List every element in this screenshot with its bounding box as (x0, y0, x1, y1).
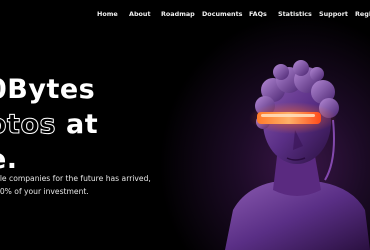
statue-with-vr-visor-icon (225, 60, 370, 250)
nav-link-register[interactable]: Regi (355, 10, 370, 19)
nav-link-roadmap[interactable]: Roadmap (161, 10, 195, 19)
hero-title-line-2: otos at (0, 107, 98, 142)
vr-visor (257, 112, 321, 124)
hero-title: 0Bytes otos at e. (0, 72, 98, 177)
nav-link-documents[interactable]: Documents (202, 10, 242, 19)
nav-link-statistics[interactable]: Statistics (278, 10, 312, 19)
nav-link-about[interactable]: About (129, 10, 151, 19)
hero-subtitle: ple companies for the future has arrived… (0, 172, 151, 198)
nav-link-home[interactable]: Home (97, 10, 118, 19)
hero-subtitle-line-1: ple companies for the future has arrived… (0, 174, 151, 183)
top-navigation: Home About Roadmap Documents FAQs Statis… (0, 10, 370, 22)
landing-page: Home About Roadmap Documents FAQs Statis… (0, 0, 370, 250)
nav-link-faqs[interactable]: FAQs (249, 10, 267, 19)
nav-link-support[interactable]: Support (319, 10, 348, 19)
hero-subtitle-line-2: 00% of your investment. (0, 187, 89, 196)
hero-title-line-2-rest: at (56, 109, 99, 140)
hero-title-line-1: 0Bytes (0, 74, 96, 105)
hero-title-outline-word: otos (0, 109, 57, 141)
vr-visor-highlight (261, 114, 315, 117)
